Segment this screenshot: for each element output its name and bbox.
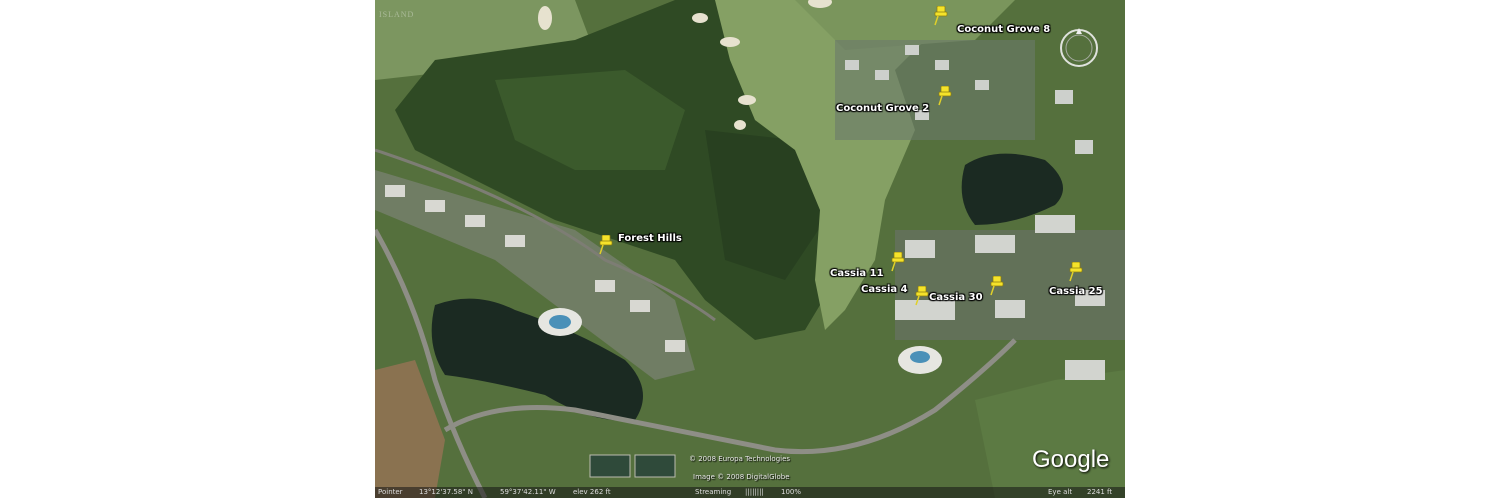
compass-ring-icon[interactable] xyxy=(1057,26,1101,70)
digitalglobe-attribution: Image © 2008 DigitalGlobe xyxy=(693,473,790,481)
placemark-label-cassia-30[interactable]: Cassia 30 xyxy=(929,292,983,303)
eye-alt-value: 2241 ft xyxy=(1087,488,1113,496)
map-view[interactable]: ISLAND Coconut Grove 8 Coconut Grove 2 F… xyxy=(375,0,1125,498)
streaming-bars: |||||||| xyxy=(745,488,764,496)
streaming-label: Streaming xyxy=(695,488,732,496)
placemark-label-forest-hills[interactable]: Forest Hills xyxy=(618,233,682,244)
placemark-label-cassia-4[interactable]: Cassia 4 xyxy=(861,284,908,295)
placemark-label-coconut-grove-8[interactable]: Coconut Grove 8 xyxy=(957,24,1050,35)
pushpin-icon[interactable] xyxy=(990,276,1004,296)
satellite-imagery xyxy=(375,0,1125,498)
europa-attribution: © 2008 Europa Technologies xyxy=(689,455,791,463)
latitude-readout: 13°12'37.58" N xyxy=(419,488,473,496)
pushpin-icon[interactable] xyxy=(599,235,613,255)
elevation-readout: elev 262 ft xyxy=(573,488,611,496)
pushpin-icon[interactable] xyxy=(938,86,952,106)
pointer-label: Pointer xyxy=(378,488,403,496)
eye-alt-label: Eye alt xyxy=(1048,488,1073,496)
pushpin-icon[interactable] xyxy=(915,286,929,306)
pushpin-icon[interactable] xyxy=(891,252,905,272)
pushpin-icon[interactable] xyxy=(934,6,948,26)
placemark-label-coconut-grove-2[interactable]: Coconut Grove 2 xyxy=(836,103,929,114)
placemark-label-cassia-11[interactable]: Cassia 11 xyxy=(830,268,884,279)
island-watermark: ISLAND xyxy=(379,10,415,19)
placemark-label-cassia-25[interactable]: Cassia 25 xyxy=(1049,286,1103,297)
google-logo: Google xyxy=(1032,446,1110,473)
longitude-readout: 59°37'42.11" W xyxy=(500,488,556,496)
pushpin-icon[interactable] xyxy=(1069,262,1083,282)
streaming-percent: 100% xyxy=(781,488,802,496)
